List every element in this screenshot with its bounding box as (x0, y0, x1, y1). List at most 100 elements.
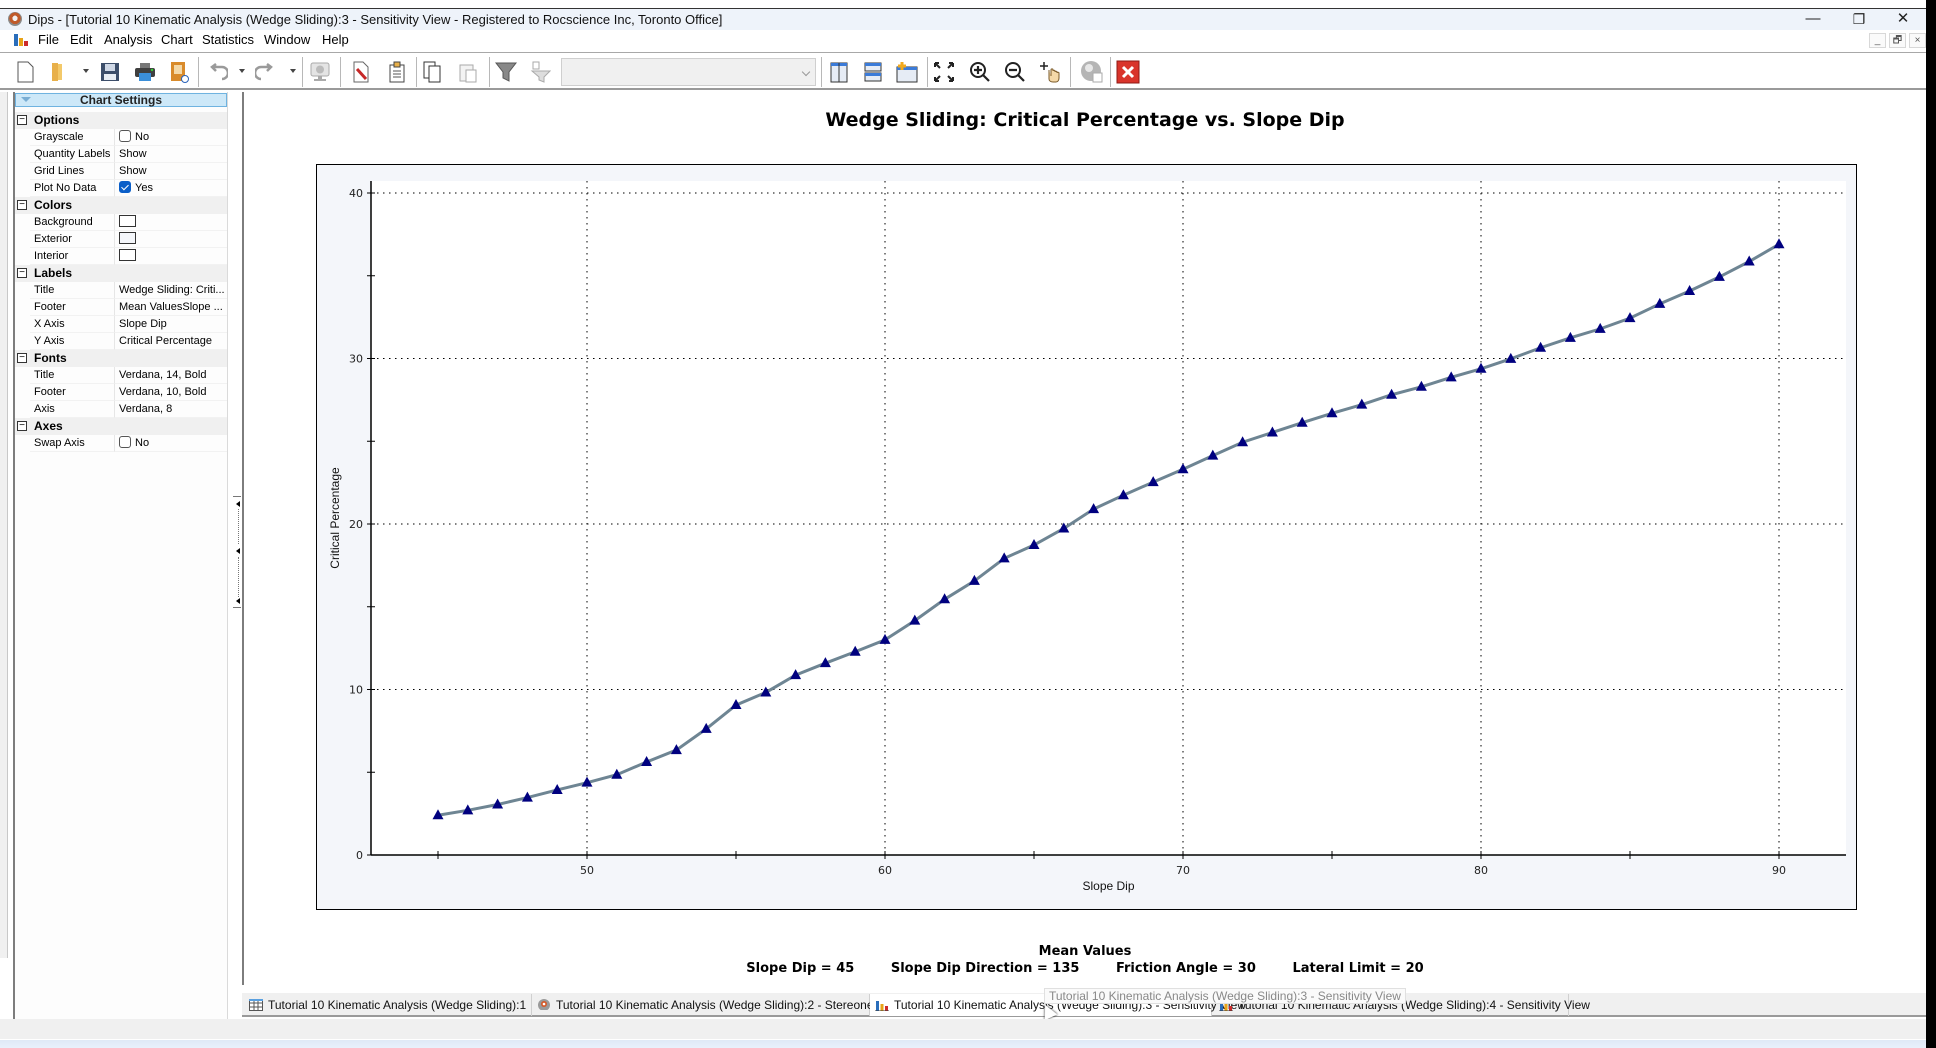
property-row[interactable]: Y Axis Critical Percentage (15, 333, 227, 350)
collapse-toggle-icon[interactable]: − (17, 115, 27, 125)
property-row[interactable]: Title Verdana, 14, Bold (15, 367, 227, 384)
print-button[interactable] (131, 58, 159, 86)
collapse-toggle-icon[interactable]: − (17, 421, 27, 431)
redo-dropdown-arrow[interactable] (290, 69, 296, 73)
save-button[interactable] (96, 58, 124, 86)
minimize-button[interactable]: — (1790, 9, 1836, 31)
chart-doc-icon[interactable] (14, 34, 28, 46)
property-value-cell[interactable]: Slope Dip (115, 316, 227, 333)
mdi-close-button[interactable]: × (1909, 33, 1926, 48)
property-row[interactable]: Quantity Labels Show (15, 146, 227, 163)
open-file-button[interactable] (44, 58, 72, 86)
zoom-in-button[interactable] (966, 58, 994, 86)
mdi-minimize-button[interactable]: _ (1869, 33, 1886, 48)
property-row[interactable]: Background (15, 214, 227, 231)
color-swatch[interactable] (119, 232, 136, 244)
property-value-cell[interactable]: Verdana, 10, Bold (115, 384, 227, 401)
collapsed-side-strip[interactable] (0, 92, 8, 958)
color-swatch[interactable] (119, 249, 136, 261)
close-button[interactable]: ✕ (1880, 9, 1926, 31)
tab-document-1[interactable]: Tutorial 10 Kinematic Analysis (Wedge Sl… (244, 994, 532, 1016)
copy-button[interactable] (418, 58, 446, 86)
info-viewer-button[interactable] (165, 58, 193, 86)
tab-document-2[interactable]: Tutorial 10 Kinematic Analysis (Wedge Sl… (532, 994, 901, 1016)
menu-statistics[interactable]: Statistics (202, 32, 254, 47)
tile-vertical-button[interactable] (825, 58, 853, 86)
property-value-cell[interactable] (115, 214, 227, 231)
property-row[interactable]: Footer Mean ValuesSlope ... (15, 299, 227, 316)
menu-analysis[interactable]: Analysis (104, 32, 152, 47)
pan-button[interactable] (1036, 58, 1064, 86)
property-row[interactable]: X Axis Slope Dip (15, 316, 227, 333)
property-row[interactable]: Interior (15, 248, 227, 265)
property-row[interactable]: Title Wedge Sliding: Criti... (15, 282, 227, 299)
splitter-arrow-icon[interactable] (236, 501, 240, 507)
category-axes[interactable]: − Axes (15, 418, 227, 435)
property-value-cell[interactable] (115, 231, 227, 248)
mdi-restore-button[interactable]: 🗗 (1889, 33, 1906, 48)
open-dropdown-arrow[interactable] (83, 69, 89, 73)
chart-settings-header[interactable]: Chart Settings (15, 93, 227, 107)
property-row[interactable]: Swap Axis No (15, 435, 227, 452)
property-row[interactable]: Footer Verdana, 10, Bold (15, 384, 227, 401)
checkbox-checked[interactable] (119, 181, 131, 193)
property-row[interactable]: Exterior (15, 231, 227, 248)
property-value-cell[interactable]: Show (115, 163, 227, 180)
collapse-toggle-icon[interactable]: − (17, 268, 27, 278)
zoom-extents-button[interactable] (930, 58, 958, 86)
property-value-cell[interactable] (115, 248, 227, 265)
property-row[interactable]: Grid Lines Show (15, 163, 227, 180)
category-fonts[interactable]: − Fonts (15, 350, 227, 367)
splitter-arrow-icon[interactable] (236, 548, 240, 554)
checkbox-unchecked[interactable] (119, 130, 131, 142)
menu-help[interactable]: Help (322, 32, 349, 47)
property-value-cell[interactable]: Yes (115, 180, 227, 197)
x-tick-label: 90 (1772, 864, 1786, 877)
undo-dropdown-arrow[interactable] (239, 69, 245, 73)
close-red-icon (1116, 60, 1140, 84)
new-window-button[interactable] (893, 58, 921, 86)
collapse-toggle-icon[interactable]: − (17, 200, 27, 210)
filter-options-button[interactable] (526, 58, 554, 86)
redo-button[interactable] (251, 58, 279, 86)
menu-file[interactable]: File (38, 32, 59, 47)
property-value-cell[interactable]: Critical Percentage (115, 333, 227, 350)
menu-edit[interactable]: Edit (70, 32, 92, 47)
property-row[interactable]: Grayscale No (15, 129, 227, 146)
collapse-toggle-icon[interactable]: − (17, 353, 27, 363)
filter-icon (495, 62, 517, 82)
category-colors[interactable]: − Colors (15, 197, 227, 214)
category-options[interactable]: − Options (15, 112, 227, 129)
menu-window[interactable]: Window (264, 32, 310, 47)
edit-chart-button[interactable] (347, 58, 375, 86)
property-value-cell[interactable]: Verdana, 14, Bold (115, 367, 227, 384)
category-labels[interactable]: − Labels (15, 265, 227, 282)
property-value-cell[interactable]: Mean ValuesSlope ... (115, 299, 227, 316)
filter-combo-box[interactable] (561, 58, 816, 86)
color-swatch[interactable] (119, 215, 136, 227)
paste-button[interactable] (454, 58, 482, 86)
chart-settings-title: Chart Settings (79, 93, 162, 107)
property-value: Show (119, 148, 147, 160)
menu-chart[interactable]: Chart (161, 32, 193, 47)
tile-horizontal-button[interactable] (859, 58, 887, 86)
property-value-cell[interactable]: No (115, 435, 227, 452)
undo-button[interactable] (204, 58, 232, 86)
splitter-arrow-icon[interactable] (236, 598, 240, 604)
close-view-button[interactable] (1114, 58, 1142, 86)
property-row[interactable]: Axis Verdana, 8 (15, 401, 227, 418)
filter-button[interactable] (492, 58, 520, 86)
restore-button[interactable]: ❐ (1836, 9, 1882, 31)
property-row[interactable]: Plot No Data Yes (15, 180, 227, 197)
panel-splitter[interactable] (233, 496, 241, 608)
property-value-cell[interactable]: Verdana, 8 (115, 401, 227, 418)
property-value-cell[interactable]: Wedge Sliding: Criti... (115, 282, 227, 299)
render-button[interactable] (306, 58, 334, 86)
property-value-cell[interactable]: Show (115, 146, 227, 163)
new-file-button[interactable] (11, 58, 39, 86)
zoom-out-button[interactable] (1001, 58, 1029, 86)
properties-button[interactable] (383, 58, 411, 86)
checkbox-unchecked[interactable] (119, 436, 131, 448)
property-value-cell[interactable]: No (115, 129, 227, 146)
3d-view-button[interactable] (1078, 58, 1106, 86)
